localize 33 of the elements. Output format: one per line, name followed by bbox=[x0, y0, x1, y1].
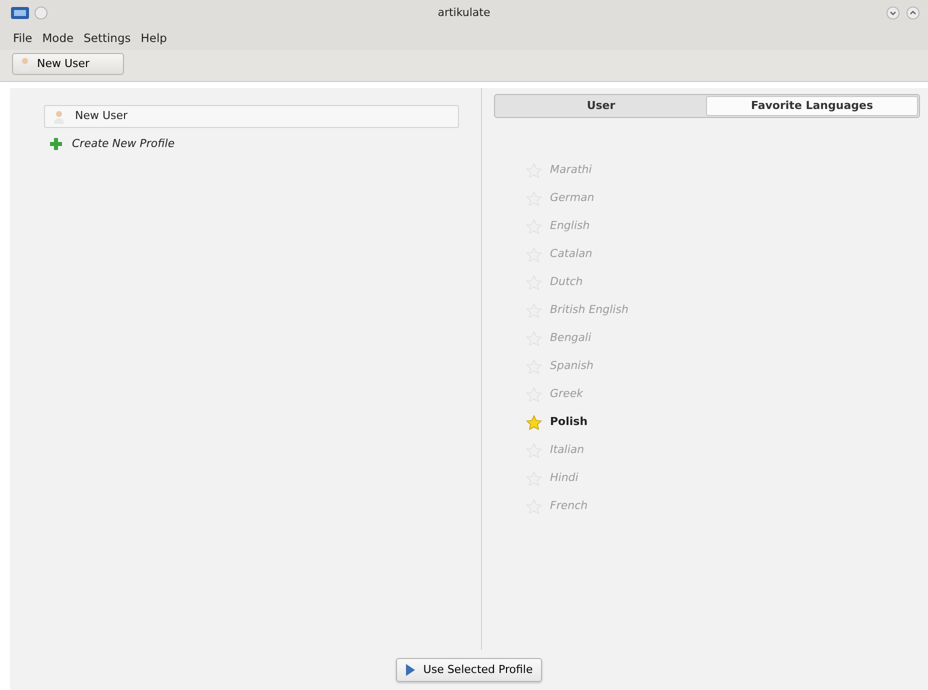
use-selected-profile-button[interactable]: Use Selected Profile bbox=[396, 658, 542, 682]
maximize-icon[interactable] bbox=[906, 6, 920, 20]
create-profile-link[interactable]: Create New Profile bbox=[72, 136, 175, 152]
tab[interactable]: User bbox=[496, 96, 706, 116]
language-name: German bbox=[550, 190, 594, 206]
language-name: Marathi bbox=[550, 162, 592, 178]
menu-item[interactable]: Settings bbox=[78, 30, 136, 48]
language-name: Hindi bbox=[550, 470, 578, 486]
menu-item[interactable]: Mode bbox=[37, 30, 79, 48]
language-name: French bbox=[550, 498, 588, 514]
minimize-icon[interactable] bbox=[886, 6, 900, 20]
plus-icon bbox=[50, 138, 62, 150]
language-name: British English bbox=[550, 302, 628, 318]
language-name: Catalan bbox=[550, 246, 592, 262]
language-name: English bbox=[550, 218, 590, 234]
profile-item[interactable]: New User bbox=[44, 105, 459, 128]
tab[interactable]: Favorite Languages bbox=[706, 96, 918, 116]
star-icon[interactable] bbox=[526, 414, 542, 430]
play-icon bbox=[405, 664, 416, 676]
menu-item[interactable]: File bbox=[8, 30, 38, 48]
language-name: Spanish bbox=[550, 358, 594, 374]
language-name: Bengali bbox=[550, 330, 592, 346]
window-title: artikulate bbox=[438, 6, 490, 19]
app-icon bbox=[11, 7, 29, 19]
language-name: Polish bbox=[550, 414, 588, 430]
profile-button[interactable]: New User bbox=[12, 53, 124, 75]
window-menu-icon[interactable] bbox=[34, 6, 48, 20]
menu-item[interactable]: Help bbox=[136, 30, 172, 48]
user-icon bbox=[19, 57, 31, 71]
language-name: Dutch bbox=[550, 274, 583, 290]
user-icon bbox=[53, 110, 65, 124]
language-name: Italian bbox=[550, 442, 584, 458]
language-name: Greek bbox=[550, 386, 583, 402]
